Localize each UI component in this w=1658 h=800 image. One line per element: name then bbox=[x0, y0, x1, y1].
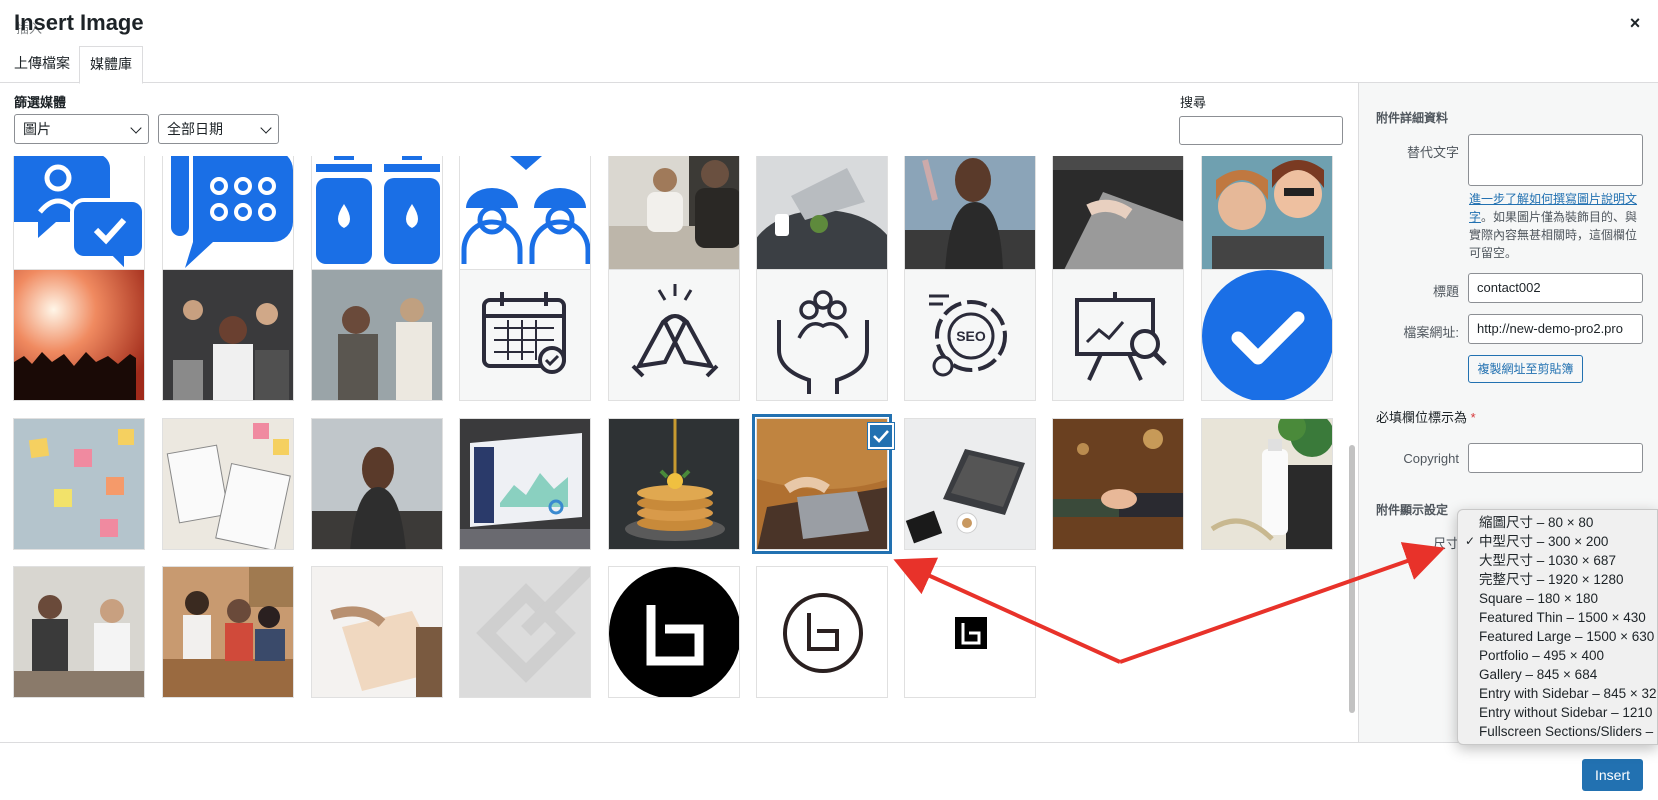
file-url-input[interactable]: http://new-demo-pro2.pro bbox=[1468, 314, 1643, 344]
media-thumb-check-icon[interactable] bbox=[1201, 269, 1333, 401]
size-option-entry-without-sidebar[interactable]: Entry without Sidebar – 1210 × 423 bbox=[1458, 703, 1657, 722]
modal-title: Insert Image bbox=[14, 10, 144, 35]
media-thumb-placeholder[interactable] bbox=[459, 566, 591, 698]
filter-media-label: 篩選媒體 bbox=[14, 95, 67, 110]
media-thumb-logo-black-circle[interactable] bbox=[608, 566, 740, 698]
size-option-square[interactable]: Square – 180 × 180 bbox=[1458, 589, 1657, 608]
search-input[interactable] bbox=[1179, 116, 1343, 145]
media-thumb-business-handshake[interactable] bbox=[1052, 418, 1184, 550]
required-fields-text: 必填欄位標示為 bbox=[1376, 410, 1468, 425]
media-thumb-seo-icon[interactable]: SEO bbox=[904, 269, 1036, 401]
checkmark-icon: ✓ bbox=[1465, 534, 1476, 548]
size-option-fullscreen[interactable]: Fullscreen Sections/Sliders – 1500 × 630 bbox=[1458, 722, 1657, 741]
media-thumb-sticky-notes[interactable] bbox=[13, 418, 145, 550]
media-thumb-logo-small-square[interactable] bbox=[904, 566, 1036, 698]
search-label: 搜尋 bbox=[1180, 95, 1207, 110]
media-thumb-document-signing[interactable] bbox=[311, 566, 443, 698]
size-option-medium[interactable]: ✓ 中型尺寸 – 300 × 200 bbox=[1458, 532, 1657, 551]
alt-text-help: 進一步了解如何撰寫圖片說明文字。如果圖片僅為裝飾目的、與實際內容無甚相關時，這個… bbox=[1469, 190, 1644, 262]
media-type-value: 圖片 bbox=[23, 121, 51, 137]
media-thumb-wireframe-sketches[interactable] bbox=[162, 418, 294, 550]
media-thumb-concert-woman-2[interactable] bbox=[311, 418, 443, 550]
file-url-label: 檔案網址: bbox=[1403, 325, 1459, 340]
alt-text-input[interactable] bbox=[1468, 134, 1643, 186]
media-thumb-festival-crowd[interactable] bbox=[311, 269, 443, 401]
chevron-down-icon bbox=[260, 122, 272, 134]
insert-image-modal: 插入 Insert Image × 上傳檔案 媒體庫 篩選媒體 圖片 全部日期 … bbox=[0, 0, 1658, 800]
size-option-large[interactable]: 大型尺寸 – 1030 × 687 bbox=[1458, 551, 1657, 570]
size-dropdown-menu[interactable]: 縮圖尺寸 – 80 × 80 ✓ 中型尺寸 – 300 × 200 大型尺寸 – … bbox=[1457, 509, 1658, 745]
media-thumb-concert-lights[interactable] bbox=[13, 269, 145, 401]
media-thumb-crowd-cheering[interactable] bbox=[162, 269, 294, 401]
copyright-input[interactable] bbox=[1468, 443, 1643, 473]
size-option-featured-large[interactable]: Featured Large – 1500 × 630 bbox=[1458, 627, 1657, 646]
modal-footer: Insert bbox=[0, 742, 1658, 800]
media-thumb-workers[interactable] bbox=[459, 156, 591, 271]
media-thumb-laptop-coffee[interactable] bbox=[904, 418, 1036, 550]
media-thumb-concert-woman[interactable] bbox=[904, 156, 1036, 271]
media-thumb-office-team[interactable] bbox=[162, 566, 294, 698]
tab-bar: 上傳檔案 媒體庫 bbox=[0, 46, 1658, 84]
size-option-full[interactable]: 完整尺寸 – 1920 × 1280 bbox=[1458, 570, 1657, 589]
size-option-gallery[interactable]: Gallery – 845 × 684 bbox=[1458, 665, 1657, 684]
display-settings-heading: 附件顯示設定 bbox=[1376, 503, 1449, 517]
media-thumb-dashboard-laptop[interactable] bbox=[459, 418, 591, 550]
media-thumb-presentation-icon[interactable] bbox=[1052, 269, 1184, 401]
media-thumb-bottles[interactable] bbox=[311, 156, 443, 271]
media-thumb-pancakes[interactable] bbox=[608, 418, 740, 550]
required-fields-note: 必填欄位標示為 * bbox=[1376, 407, 1476, 426]
media-thumb-team-meeting[interactable] bbox=[13, 566, 145, 698]
media-grid: SEO bbox=[0, 156, 1340, 743]
title-input[interactable]: contact002 bbox=[1468, 273, 1643, 303]
size-label: 尺寸 bbox=[1432, 536, 1459, 551]
attachment-details-heading: 附件詳細資料 bbox=[1376, 111, 1449, 125]
chevron-down-icon bbox=[130, 122, 142, 134]
size-option-entry-with-sidebar[interactable]: Entry with Sidebar – 845 × 321 bbox=[1458, 684, 1657, 703]
media-thumb-laptop-hands[interactable] bbox=[1052, 156, 1184, 271]
copy-url-button[interactable]: 複製網址至剪貼簿 bbox=[1468, 355, 1583, 383]
close-icon[interactable]: × bbox=[1624, 12, 1646, 34]
alt-text-label: 替代文字 bbox=[1406, 145, 1459, 160]
media-thumb-calendar-icon[interactable] bbox=[459, 269, 591, 401]
media-thumb-happy-friends[interactable] bbox=[1201, 156, 1333, 271]
size-option-thumbnail[interactable]: 縮圖尺寸 – 80 × 80 bbox=[1458, 513, 1657, 532]
tab-media-library[interactable]: 媒體庫 bbox=[79, 46, 143, 84]
scrollbar-thumb[interactable] bbox=[1349, 445, 1355, 713]
selected-check-icon[interactable] bbox=[868, 423, 894, 449]
size-option-portfolio[interactable]: Portfolio – 495 × 400 bbox=[1458, 646, 1657, 665]
media-thumb-laptop-table[interactable] bbox=[756, 156, 888, 271]
media-thumb-lotion-bottle[interactable] bbox=[1201, 418, 1333, 550]
media-thumb-meeting-photo[interactable] bbox=[608, 156, 740, 271]
media-thumb-handshake-icon[interactable] bbox=[608, 269, 740, 401]
date-filter-select[interactable]: 全部日期 bbox=[158, 114, 279, 144]
required-star: * bbox=[1470, 410, 1476, 425]
alt-text-help-text: 。如果圖片僅為裝飾目的、與實際內容無甚相關時，這個欄位可留空。 bbox=[1469, 210, 1638, 260]
title-label: 標題 bbox=[1432, 284, 1459, 299]
copyright-label: Copyright bbox=[1403, 451, 1459, 466]
media-thumb-chat-dots[interactable] bbox=[162, 156, 294, 271]
svg-text:SEO: SEO bbox=[956, 328, 986, 344]
media-thumb-community-care-icon[interactable] bbox=[756, 269, 888, 401]
tab-upload-files[interactable]: 上傳檔案 bbox=[4, 46, 80, 83]
media-thumb-chat-user-check[interactable] bbox=[13, 156, 145, 271]
insert-button[interactable]: Insert bbox=[1582, 759, 1643, 791]
date-filter-value: 全部日期 bbox=[167, 121, 223, 137]
media-type-select[interactable]: 圖片 bbox=[14, 114, 149, 144]
media-thumb-logo-outline-circle[interactable] bbox=[756, 566, 888, 698]
size-option-featured-thin[interactable]: Featured Thin – 1500 × 430 bbox=[1458, 608, 1657, 627]
